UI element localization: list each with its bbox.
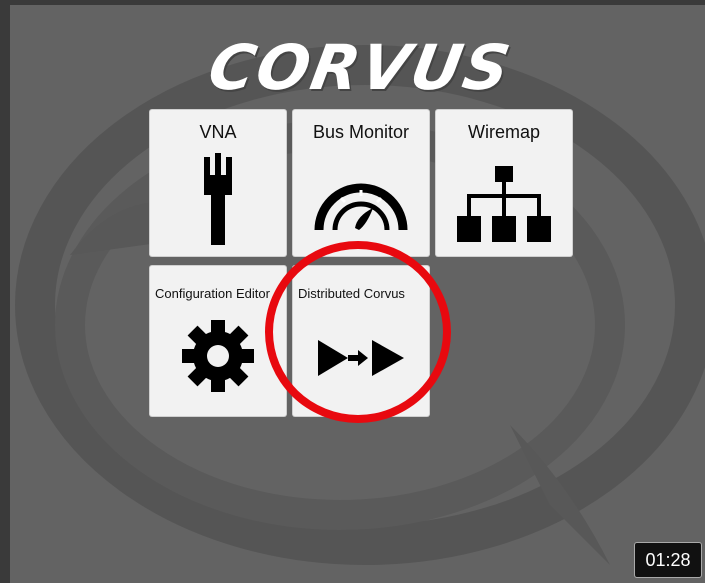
- gauge-icon: [293, 168, 429, 238]
- tile-vna[interactable]: VNA: [150, 110, 286, 256]
- tile-vna-label: VNA: [199, 122, 237, 142]
- tile-configuration-editor[interactable]: Configuration Editor: [150, 266, 286, 416]
- network-tree-icon: [436, 166, 572, 242]
- tile-distributed-corvus[interactable]: Distributed Corvus: [293, 266, 429, 416]
- tile-wiremap[interactable]: Wiremap: [436, 110, 572, 256]
- vna-probe-icon: [150, 151, 286, 246]
- video-timestamp: 01:28: [634, 542, 702, 578]
- tile-distributed-corvus-label: Distributed Corvus: [298, 286, 405, 301]
- tile-wiremap-label: Wiremap: [467, 122, 540, 142]
- tile-bus-monitor[interactable]: Bus Monitor: [293, 110, 429, 256]
- tile-configuration-editor-label: Configuration Editor: [155, 286, 270, 301]
- gear-icon: [150, 318, 286, 394]
- double-play-arrow-icon: [293, 338, 429, 378]
- corvus-logo: CORVUS: [203, 31, 517, 104]
- tile-bus-monitor-label: Bus Monitor: [312, 122, 410, 142]
